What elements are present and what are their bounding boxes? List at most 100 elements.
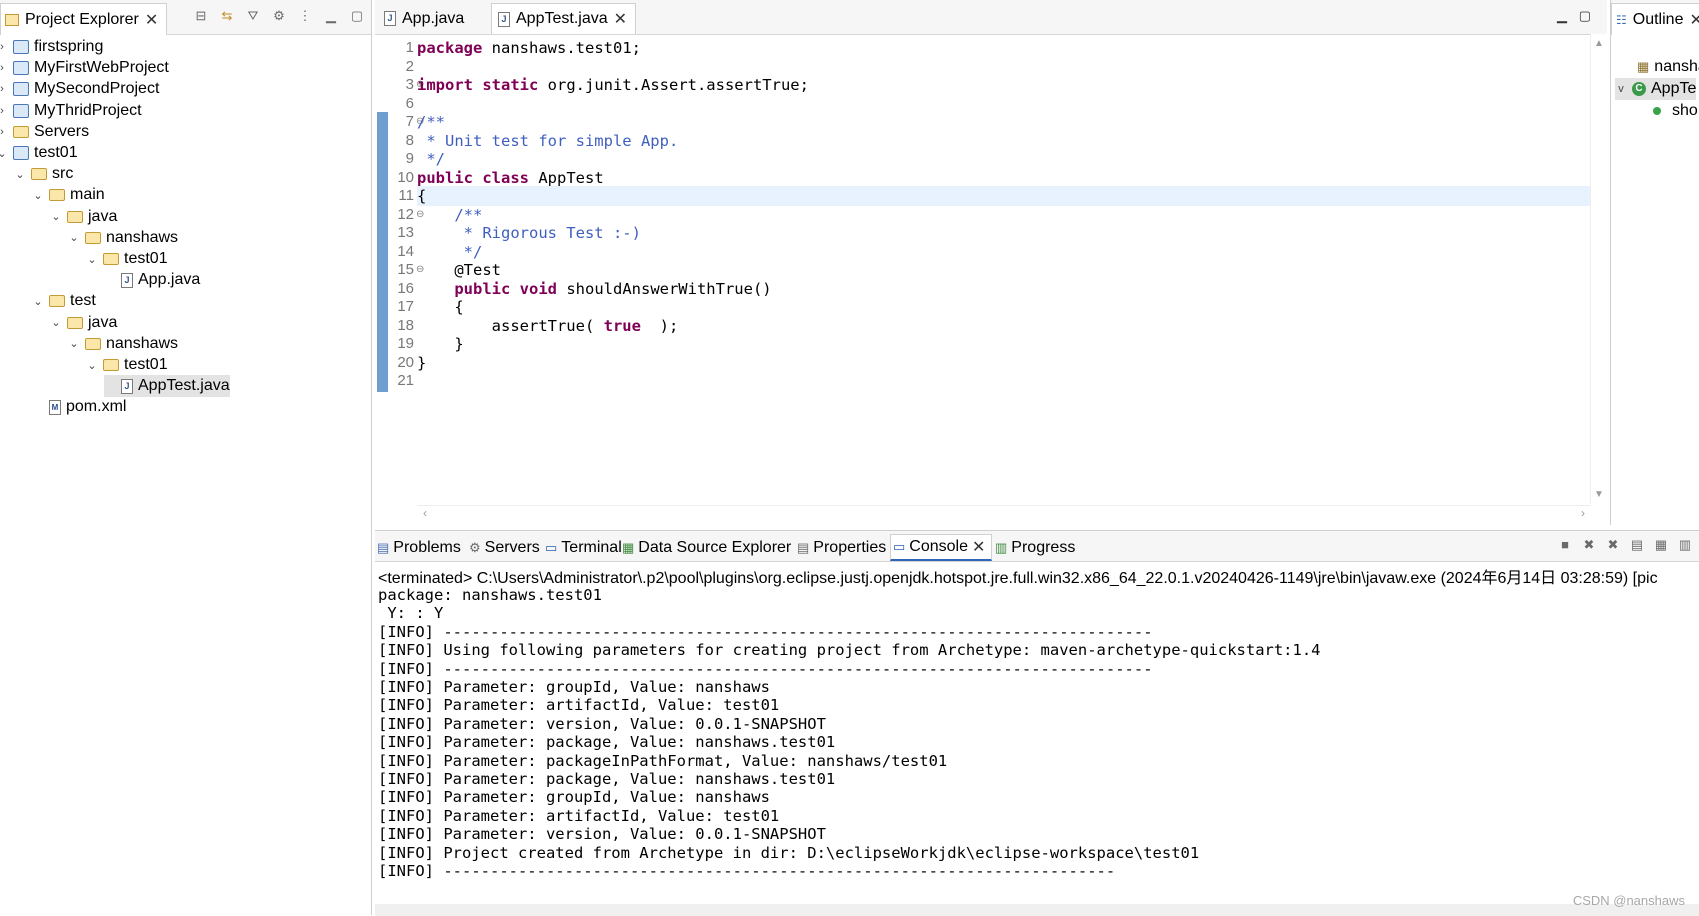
tab-problems[interactable]: ▤ Problems xyxy=(375,534,467,561)
code-token: AppTest xyxy=(538,168,604,187)
chevron-down-icon[interactable]: ⌄ xyxy=(86,359,98,372)
scroll-down-icon[interactable]: ▼ xyxy=(1594,489,1604,500)
tree-item[interactable]: › firstspring xyxy=(0,36,103,58)
folder-icon xyxy=(49,189,65,202)
chevron-down-icon[interactable]: ⌄ xyxy=(32,295,44,308)
tab-app-java[interactable]: J App.java xyxy=(377,3,473,34)
close-icon[interactable]: ✕ xyxy=(972,537,985,557)
tree-item[interactable]: ⌄ test xyxy=(32,290,95,312)
chevron-right-icon[interactable]: › xyxy=(0,83,8,95)
console-line: [INFO] Project created from Archetype in… xyxy=(378,843,1200,862)
line-number: 8 xyxy=(405,131,414,149)
close-icon[interactable]: ✕ xyxy=(614,9,627,29)
project-icon xyxy=(13,82,29,97)
outline-item-class[interactable]: v C AppTe xyxy=(1615,78,1697,100)
vertical-scrollbar[interactable]: ▲ ▼ xyxy=(1590,34,1607,504)
folder-icon xyxy=(5,13,19,26)
tab-project-explorer[interactable]: Project Explorer ✕ xyxy=(0,3,168,35)
chevron-down-icon[interactable]: ⌄ xyxy=(14,168,26,181)
chevron-right-icon[interactable]: › xyxy=(0,41,8,53)
code-token: ); xyxy=(650,316,679,335)
scroll-lock-icon[interactable]: ▦ xyxy=(1653,537,1669,553)
tree-item[interactable]: ⌄ src xyxy=(14,163,73,185)
editor-tabbar: J App.java J AppTest.java ✕ ▁ ▢ xyxy=(375,0,1607,35)
explorer-toolbar: ⊟ ⇆ ⛛ ⚙ ⋮ ▁ ▢ xyxy=(193,8,365,24)
maximize-icon[interactable]: ▢ xyxy=(349,8,365,24)
console-toolbar: ■ ✖ ✖ ▤ ▦ ▥ xyxy=(1557,537,1693,553)
scroll-right-icon[interactable]: › xyxy=(1581,506,1585,520)
tab-data-source-explorer[interactable]: ▦ Data Source Explorer xyxy=(620,534,797,561)
line-number: 3 xyxy=(405,76,414,93)
explorer-tabbar: Project Explorer ✕ ⊟ ⇆ ⛛ ⚙ ⋮ ▁ ▢ xyxy=(0,0,371,35)
tree-item[interactable]: J AppTest.java xyxy=(104,375,230,398)
line-number: 6 xyxy=(405,94,414,112)
tree-item[interactable]: ⌄ main xyxy=(32,184,104,206)
tab-terminal[interactable]: ▭ Terminal xyxy=(543,534,628,561)
outline-item-method[interactable]: sho xyxy=(1653,100,1698,122)
tree-item[interactable]: › MyFirstWebProject xyxy=(0,57,169,79)
tree-item[interactable]: ⌄ nanshaws xyxy=(68,333,178,355)
tab-progress[interactable]: ▥ Progress xyxy=(993,534,1081,561)
chevron-down-icon[interactable]: v xyxy=(1615,83,1627,95)
terminate-icon[interactable]: ■ xyxy=(1557,537,1573,553)
link-with-editor-icon[interactable]: ⇆ xyxy=(219,8,235,24)
tree-item[interactable]: › MySecondProject xyxy=(0,78,159,100)
tab-servers[interactable]: ⚙ Servers xyxy=(467,534,546,561)
tab-outline[interactable]: ☷ Outline ✕ xyxy=(1611,3,1699,35)
tree-item[interactable]: ⌄ test01 xyxy=(0,142,78,164)
collapse-all-icon[interactable]: ⊟ xyxy=(193,8,209,24)
project-explorer-title: Project Explorer xyxy=(25,10,139,28)
code-line: } xyxy=(417,334,463,354)
filter-icon[interactable]: ⛛ xyxy=(245,8,261,24)
scroll-up-icon[interactable]: ▲ xyxy=(1594,38,1604,49)
minimize-icon[interactable]: ▁ xyxy=(323,8,339,24)
chevron-right-icon[interactable]: › xyxy=(0,126,8,138)
tree-item[interactable]: › MyThridProject xyxy=(0,100,141,122)
chevron-down-icon[interactable]: ⌄ xyxy=(50,210,62,223)
pin-console-icon[interactable]: ▥ xyxy=(1677,537,1693,553)
code-token: nanshaws.test01; xyxy=(491,39,641,57)
console-panel: ▤ Problems ⚙ Servers ▭ Terminal ▦ Data Source E… xyxy=(375,530,1699,916)
close-icon[interactable]: ✕ xyxy=(145,10,158,30)
close-icon[interactable]: ✕ xyxy=(1689,10,1699,30)
scroll-left-icon[interactable]: ‹ xyxy=(423,506,427,520)
horizontal-scrollbar[interactable] xyxy=(375,904,1699,916)
tree-item[interactable]: ⌄ test01 xyxy=(86,248,167,270)
tree-item[interactable]: › Servers xyxy=(0,121,89,143)
keyword-token: public class xyxy=(417,168,529,187)
tree-item[interactable]: Mpom.xml xyxy=(32,396,126,418)
focus-icon[interactable]: ⚙ xyxy=(271,8,287,24)
clear-console-icon[interactable]: ▤ xyxy=(1629,537,1645,553)
line-number: 13 xyxy=(397,224,414,241)
remove-launch-icon[interactable]: ✖ xyxy=(1581,537,1597,553)
line-number: 2 xyxy=(405,57,414,75)
tree-item[interactable]: J App.java xyxy=(104,269,200,291)
maximize-icon[interactable]: ▢ xyxy=(1579,8,1591,24)
tab-console[interactable]: ▭ Console ✕ xyxy=(890,534,993,561)
chevron-down-icon[interactable]: ⌄ xyxy=(68,337,80,350)
chevron-down-icon[interactable]: ⌄ xyxy=(32,189,44,202)
tab-properties[interactable]: ▤ Properties xyxy=(795,534,892,561)
tab-apptest-java[interactable]: J AppTest.java ✕ xyxy=(491,3,637,34)
code-line: package nanshaws.test01; xyxy=(417,38,641,58)
problems-icon: ▤ xyxy=(377,539,390,555)
line-number: 12 xyxy=(397,205,414,223)
chevron-down-icon[interactable]: ⌄ xyxy=(86,253,98,266)
chevron-right-icon[interactable]: › xyxy=(0,62,8,74)
outline-item-package[interactable]: ▦ nansha xyxy=(1637,56,1699,78)
chevron-down-icon[interactable]: ⌄ xyxy=(50,316,62,329)
view-menu-icon[interactable]: ⋮ xyxy=(297,8,313,24)
minimize-icon[interactable]: ▁ xyxy=(1557,8,1567,24)
horizontal-scrollbar[interactable]: ‹ › xyxy=(417,505,1591,522)
tree-item[interactable]: ⌄ java xyxy=(50,206,117,228)
tree-item-label: App.java xyxy=(138,271,201,289)
code-token: { xyxy=(417,298,464,316)
tree-item[interactable]: ⌄ java xyxy=(50,312,117,334)
chevron-down-icon[interactable]: ⌄ xyxy=(0,147,8,160)
tree-item[interactable]: ⌄ nanshaws xyxy=(68,227,178,249)
chevron-right-icon[interactable]: › xyxy=(0,105,8,117)
remove-all-icon[interactable]: ✖ xyxy=(1605,537,1621,553)
chevron-down-icon[interactable]: ⌄ xyxy=(68,231,80,244)
line-number: 19 xyxy=(397,335,414,352)
tree-item[interactable]: ⌄ test01 xyxy=(86,354,167,376)
